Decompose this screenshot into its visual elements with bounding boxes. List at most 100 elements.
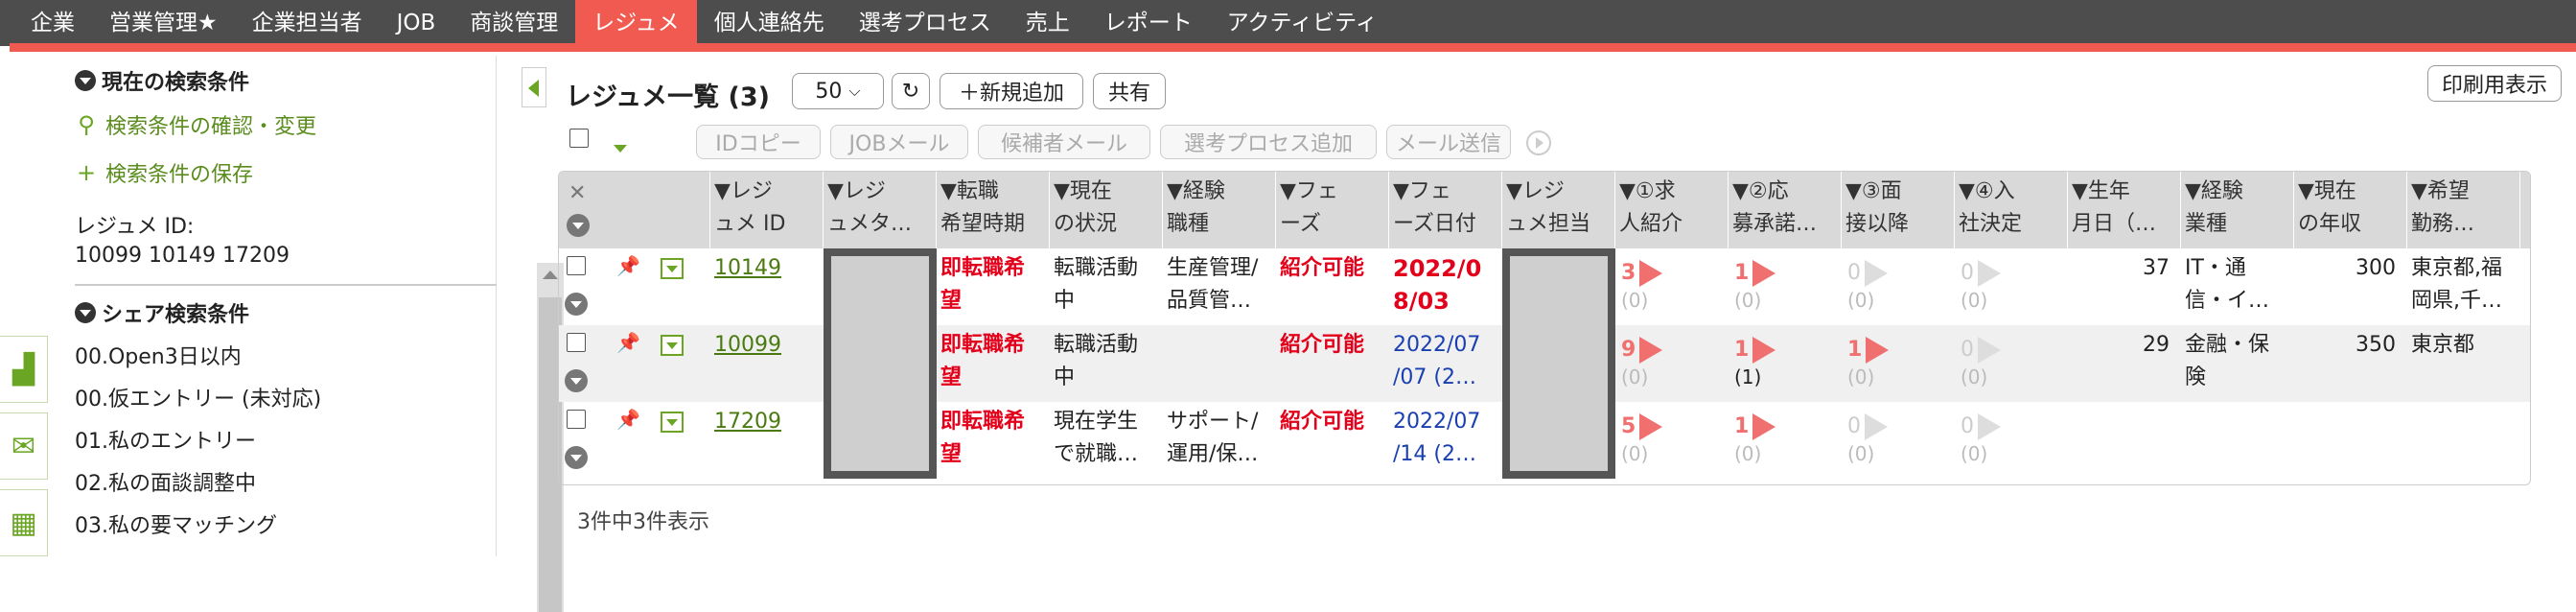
action-button[interactable]: 候補者メール (978, 125, 1150, 159)
column-header[interactable]: ▼フェ ーズ (1276, 172, 1389, 248)
stage-count[interactable]: 5 (0) (1621, 413, 1663, 467)
row-dropdown-icon[interactable] (661, 335, 684, 360)
experience-job: 生産管理/品質管… (1163, 248, 1276, 321)
stage-count[interactable]: 1 (0) (1734, 260, 1776, 314)
column-header-line: ▼フェ (1280, 179, 1338, 203)
nav-item[interactable]: JOB (380, 0, 453, 46)
resume-id-link[interactable]: 17209 (710, 402, 785, 442)
collapse-sidebar-button[interactable] (522, 67, 546, 107)
action-button[interactable]: IDコピー (696, 125, 821, 159)
stage-count[interactable]: 1 (0) (1847, 337, 1890, 390)
select-menu-caret[interactable] (614, 138, 627, 156)
share-condition-item[interactable]: 00.仮エントリー (未対応) (75, 382, 321, 412)
desired-location: 東京都 (2407, 325, 2520, 365)
column-header[interactable]: ▼現在 の年収 (2294, 172, 2407, 248)
stage-count[interactable]: 9 (0) (1621, 337, 1663, 390)
row-options-icon[interactable] (565, 446, 588, 473)
column-header[interactable]: ▼④入 社決定 (1955, 172, 2068, 248)
per-page-select[interactable]: 50 ⌵ (792, 73, 884, 109)
transfer-timing-line: 望 (940, 289, 963, 313)
nav-item[interactable]: 商談管理 (453, 0, 575, 46)
share-condition-item[interactable]: 02.私の面談調整中 (75, 466, 256, 497)
column-header-line: 接以降 (1845, 212, 1910, 236)
stage-count[interactable]: 1 (0) (1734, 413, 1776, 467)
print-view-button[interactable]: 印刷用表示 (2427, 65, 2562, 102)
save-conditions-link[interactable]: + 検索条件の保存 (75, 157, 253, 188)
stage-count[interactable]: 0 (0) (1847, 413, 1888, 467)
next-arrow-icon (1978, 260, 2001, 287)
next-arrow-icon (1978, 337, 2001, 364)
resume-id-link[interactable]: 10149 (710, 248, 785, 289)
mail-icon[interactable]: ✉ (0, 412, 48, 480)
row-dropdown-icon[interactable] (661, 412, 684, 436)
stage-count[interactable]: 0 (0) (1961, 413, 2001, 467)
share-condition-item[interactable]: 01.私のエントリー (75, 424, 256, 455)
column-header[interactable]: ▼レジ ュメタ… (824, 172, 937, 248)
stage-count[interactable]: 3 (0) (1621, 260, 1663, 314)
experience-industry-line: 金融・保 (2185, 333, 2270, 357)
pin-icon[interactable]: 📌 (616, 331, 640, 354)
pin-icon[interactable]: 📌 (616, 408, 640, 431)
plus-icon: + (76, 159, 97, 186)
column-header[interactable]: ▼経験 業種 (2181, 172, 2294, 248)
select-all-checkbox[interactable] (569, 129, 589, 152)
column-header[interactable]: ▼経験 職種 (1163, 172, 1276, 248)
column-header[interactable]: ▼③面 接以降 (1842, 172, 1955, 248)
collapse-icon[interactable] (75, 302, 96, 323)
stage-count-value: 3 (1621, 261, 1636, 285)
action-button[interactable]: 選考プロセス追加 (1160, 125, 1377, 159)
pin-off-icon[interactable]: ✕ (569, 177, 586, 210)
stage-count[interactable]: 0 (0) (1961, 260, 2001, 314)
row-options-icon[interactable] (565, 369, 588, 396)
column-header[interactable]: ▼生年 月日（… (2068, 172, 2181, 248)
chart-icon[interactable]: ▟ (0, 336, 48, 403)
column-header-line: ▼レジ (1506, 179, 1565, 203)
column-header[interactable]: ▼①求 人紹介 (1615, 172, 1729, 248)
column-header[interactable]: ▼②応 募承諾… (1729, 172, 1842, 248)
resume-id-link[interactable]: 10099 (710, 325, 785, 365)
action-button[interactable]: メール送信 (1386, 125, 1511, 159)
column-header[interactable]: ▼転職 希望時期 (937, 172, 1050, 248)
row-checkbox[interactable] (567, 410, 586, 433)
stage-count-value: 1 (1734, 261, 1750, 285)
nav-item[interactable]: レポート (1087, 0, 1210, 46)
nav-item[interactable]: 選考プロセス (842, 0, 1009, 46)
stage-count[interactable]: 0 (0) (1847, 260, 1888, 314)
nav-item[interactable]: 営業管理★ (92, 0, 235, 46)
pin-icon[interactable]: 📌 (616, 254, 640, 277)
share-condition-item[interactable]: 03.私の要マッチング (75, 508, 277, 539)
new-add-button[interactable]: ＋新規追加 (940, 73, 1083, 109)
column-header[interactable]: ▼レジ ュメ担当 (1502, 172, 1615, 248)
collapse-icon[interactable] (75, 70, 96, 91)
row-checkbox[interactable] (567, 256, 586, 279)
check-conditions-link[interactable]: ⚲ 検索条件の確認・変更 (75, 109, 316, 140)
stage-count-sub: (1) (1734, 365, 1762, 388)
action-button[interactable]: JOBメール (830, 125, 968, 159)
nav-item[interactable]: 企業担当者 (235, 0, 380, 46)
column-header[interactable]: ▼レジ ュメ ID (710, 172, 824, 248)
column-header-line: 社決定 (1959, 212, 2023, 236)
nav-item[interactable]: アクティビティ (1210, 0, 1395, 46)
nav-item[interactable]: 売上 (1009, 0, 1087, 46)
column-header[interactable]: ▼現在 の状況 (1050, 172, 1163, 248)
row-dropdown-icon[interactable] (661, 258, 684, 283)
column-header[interactable]: ▼希望 勤務… (2407, 172, 2520, 248)
column-header-line: 月日（… (2072, 212, 2157, 236)
current-status-line: 中 (1054, 289, 1076, 313)
stage-count[interactable]: 1 (1) (1734, 337, 1776, 390)
share-condition-item[interactable]: 00.Open3日以内 (75, 340, 242, 370)
options-icon[interactable] (567, 214, 590, 247)
nav-item[interactable]: 企業 (13, 0, 92, 46)
stage-count[interactable]: 0 (0) (1961, 337, 2001, 390)
column-header[interactable]: ▼フェ ーズ日付 (1389, 172, 1502, 248)
row-checkbox[interactable] (567, 333, 586, 356)
nav-item[interactable]: 個人連絡先 (697, 0, 842, 46)
row-options-icon[interactable] (565, 293, 588, 319)
share-button[interactable]: 共有 (1093, 73, 1166, 109)
scroll-up-icon[interactable] (543, 271, 558, 279)
refresh-button[interactable]: ↻ (892, 73, 930, 109)
stage-count-value: 0 (1961, 338, 1974, 362)
calendar-icon[interactable]: ▦ (0, 489, 48, 556)
nav-item[interactable]: レジュメ (575, 0, 697, 46)
play-icon[interactable] (1526, 130, 1551, 155)
